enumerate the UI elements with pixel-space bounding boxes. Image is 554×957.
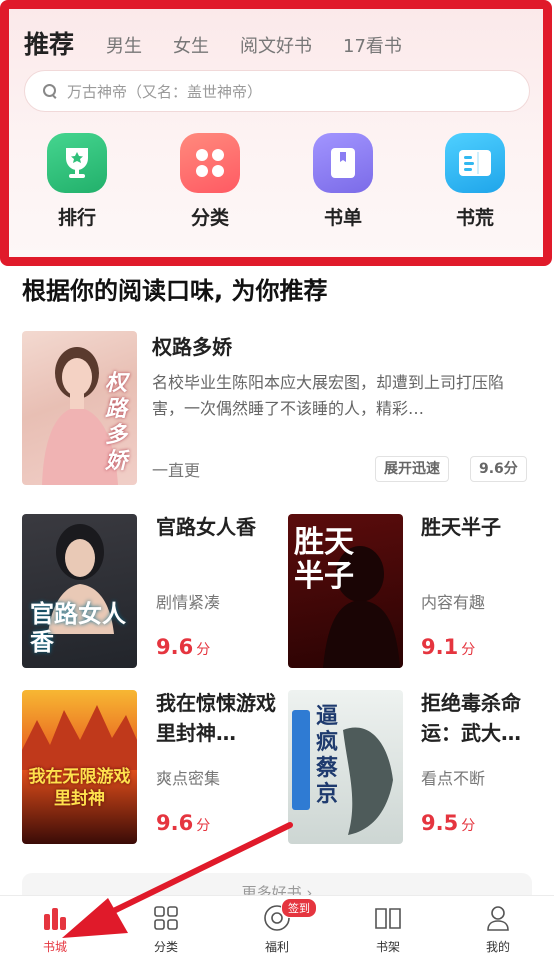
- quick-link-label: 分类: [190, 207, 229, 229]
- category-icon: [126, 904, 206, 932]
- checkin-badge: 签到: [281, 898, 317, 918]
- book-tagline: 剧情紧凑: [156, 593, 221, 612]
- bookstore-icon: [15, 904, 95, 932]
- cover-title: 逼疯蔡京: [316, 704, 339, 807]
- book-tagline: 内容有趣: [421, 593, 486, 612]
- tab-welfare[interactable]: 福利 签到: [237, 898, 317, 955]
- cover-title: 权路多娇: [105, 371, 128, 474]
- tab-bookshelf[interactable]: 书架: [348, 904, 428, 955]
- tab-category[interactable]: 分类: [126, 904, 206, 955]
- book-author: 一直更: [152, 461, 201, 480]
- header-panel: 推荐 男生 女生 阅文好书 17看书 万古神帝（又名：盖世神帝） 排行 分类 书…: [0, 0, 552, 266]
- quick-link-category[interactable]: 分类: [175, 133, 245, 230]
- book-score: 9.6 分: [156, 811, 211, 835]
- search-input[interactable]: 万古神帝（又名：盖世神帝）: [24, 70, 530, 112]
- open-book-icon: [445, 133, 505, 193]
- book-cover[interactable]: 权路多娇: [22, 331, 137, 485]
- bottom-tab-bar: 书城 分类 福利 签到 书架 我的: [0, 895, 554, 957]
- bookshelf-icon: [348, 904, 428, 932]
- book-title[interactable]: 官路女人香: [156, 512, 284, 542]
- tab-label: 书城: [42, 940, 67, 954]
- search-placeholder: 万古神帝（又名：盖世神帝）: [67, 82, 263, 101]
- profile-icon: [458, 904, 538, 932]
- tab-male[interactable]: 男生: [106, 32, 142, 61]
- tab-profile[interactable]: 我的: [458, 904, 538, 955]
- book-tag: 展开迅速: [375, 456, 449, 482]
- tab-label: 书架: [375, 940, 400, 954]
- book-title[interactable]: 胜天半子: [421, 512, 549, 542]
- search-icon: [43, 84, 57, 98]
- book-score: 9.1 分: [421, 635, 476, 659]
- book-title[interactable]: 拒绝毒杀命运：武大…: [421, 688, 549, 748]
- book-rating-tag: 9.6分: [470, 456, 527, 482]
- tab-label: 我的: [485, 940, 510, 954]
- grid-icon: [180, 133, 240, 193]
- book-score: 9.5 分: [421, 811, 476, 835]
- category-tabs: 推荐 男生 女生 阅文好书 17看书: [24, 21, 533, 61]
- book-cover[interactable]: 官路女人香: [22, 514, 137, 668]
- tab-yuewen[interactable]: 阅文好书: [240, 32, 312, 61]
- book-cover[interactable]: 我在无限游戏里封神: [22, 690, 137, 844]
- book-title[interactable]: 权路多娇: [152, 331, 232, 360]
- book-title[interactable]: 我在惊悚游戏里封神…: [156, 688, 284, 748]
- trophy-icon: [47, 133, 107, 193]
- cover-title: 胜天半子: [294, 525, 354, 594]
- quick-link-bookfamine[interactable]: 书荒: [440, 133, 510, 230]
- book-score: 9.6 分: [156, 635, 211, 659]
- quick-link-booklist[interactable]: 书单: [308, 133, 378, 230]
- tab-17kan[interactable]: 17看书: [343, 32, 402, 61]
- book-cover[interactable]: 胜天半子: [288, 514, 403, 668]
- section-title: 根据你的阅读口味, 为你推荐: [22, 277, 328, 305]
- book-cover[interactable]: 逼疯蔡京: [288, 690, 403, 844]
- book-description: 名校毕业生陈阳本应大展宏图，却遭到上司打压陷害，一次偶然睡了不该睡的人，精彩…: [152, 373, 505, 418]
- tab-female[interactable]: 女生: [173, 32, 209, 61]
- cover-title: 我在无限游戏里封神: [28, 767, 131, 809]
- quick-link-ranking[interactable]: 排行: [42, 133, 112, 230]
- tab-recommend[interactable]: 推荐: [24, 25, 74, 61]
- cover-title: 官路女人香: [30, 600, 126, 656]
- book-tagline: 看点不断: [421, 769, 486, 788]
- quick-link-label: 书单: [323, 207, 362, 229]
- tab-label: 分类: [153, 940, 178, 954]
- tab-bookstore[interactable]: 书城: [15, 904, 95, 955]
- book-tagline: 爽点密集: [156, 769, 221, 788]
- quick-link-label: 排行: [57, 207, 96, 229]
- tab-label: 福利: [264, 940, 289, 954]
- booklist-icon: [313, 133, 373, 193]
- quick-link-label: 书荒: [455, 207, 494, 229]
